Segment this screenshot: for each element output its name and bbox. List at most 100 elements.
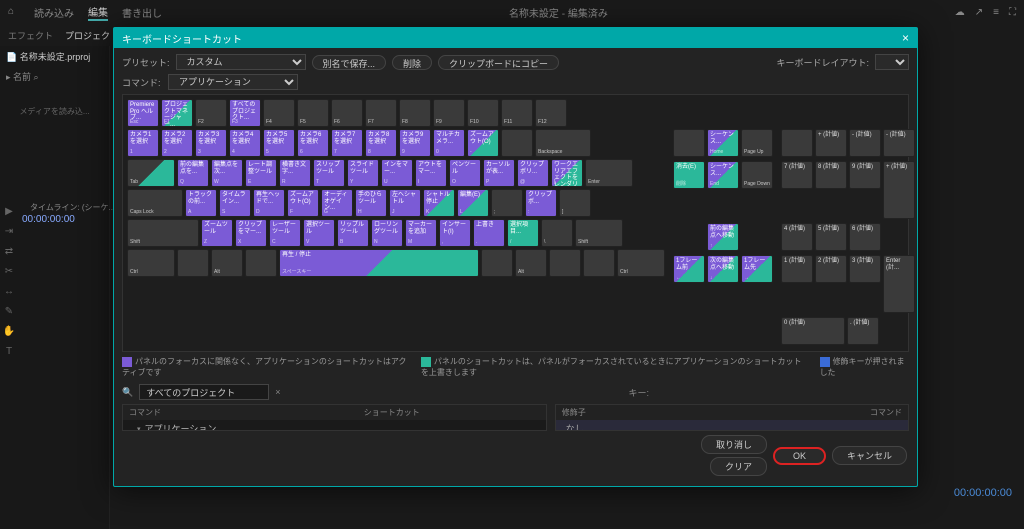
- ripple-tool-icon[interactable]: ⇄: [2, 244, 16, 258]
- key[interactable]: 編集点を次...W: [211, 159, 243, 187]
- key[interactable]: ズームアウト(O)-: [467, 129, 499, 157]
- key[interactable]: 4 (計値): [781, 223, 813, 251]
- kb-layout-select[interactable]: ja: [875, 54, 909, 70]
- project-file[interactable]: 📄 名称未設定.prproj: [0, 46, 109, 67]
- key[interactable]: 選択項目.../: [507, 219, 539, 247]
- key[interactable]: F10: [467, 99, 499, 127]
- cloud-icon[interactable]: ☁: [955, 7, 965, 18]
- key[interactable]: ズームツールZ: [201, 219, 233, 247]
- key[interactable]: カメラ6を選択6: [297, 129, 329, 157]
- key[interactable]: 再生ヘッドで...D: [253, 189, 285, 217]
- key[interactable]: 2 (計値): [815, 255, 847, 283]
- key[interactable]: 上書き.: [473, 219, 505, 247]
- key[interactable]: クリップボ...:: [525, 189, 557, 217]
- clear-search-icon[interactable]: ×: [275, 387, 280, 397]
- media-drop[interactable]: メディアを読み込...: [0, 86, 109, 137]
- key[interactable]: [781, 129, 813, 157]
- key[interactable]: 5 (計値): [815, 223, 847, 251]
- selection-tool-icon[interactable]: ▶: [2, 204, 16, 218]
- undo-button[interactable]: 取り消し: [701, 435, 767, 454]
- tab-effects[interactable]: エフェクト: [8, 29, 53, 42]
- search-input[interactable]: [139, 384, 269, 400]
- key[interactable]: F12: [535, 99, 567, 127]
- key[interactable]: [549, 249, 581, 277]
- key[interactable]: カメラ8を選択8: [365, 129, 397, 157]
- key[interactable]: 3 (計値): [849, 255, 881, 283]
- key[interactable]: 前の編集点へ移動↑: [707, 223, 739, 251]
- key[interactable]: マルチカメラ...0: [433, 129, 465, 157]
- key[interactable]: Alt: [211, 249, 243, 277]
- key[interactable]: カメラ2を選択2: [161, 129, 193, 157]
- key[interactable]: リップルツールB: [337, 219, 369, 247]
- slip-tool-icon[interactable]: ↔: [2, 284, 16, 298]
- key[interactable]: Shift: [575, 219, 623, 247]
- key[interactable]: カーソルが表...P: [483, 159, 515, 187]
- key[interactable]: マーカーを追加M: [405, 219, 437, 247]
- key[interactable]: 7 (計値): [781, 161, 813, 189]
- close-icon[interactable]: ×: [902, 31, 909, 45]
- delete-button[interactable]: 削除: [392, 55, 432, 70]
- key[interactable]: カメラ1を選択1: [127, 129, 159, 157]
- key[interactable]: カメラ5を選択5: [263, 129, 295, 157]
- home-icon[interactable]: ⌂: [8, 6, 20, 18]
- key[interactable]: カメラ9を選択9: [399, 129, 431, 157]
- key[interactable]: F11: [501, 99, 533, 127]
- key[interactable]: Alt: [515, 249, 547, 277]
- key[interactable]: Caps Lock: [127, 189, 183, 217]
- key[interactable]: + (計値): [815, 129, 847, 157]
- key[interactable]: Tab: [127, 159, 175, 187]
- key[interactable]: 1 (計値): [781, 255, 813, 283]
- key[interactable]: F7: [365, 99, 397, 127]
- key[interactable]: 編集(E)L: [457, 189, 489, 217]
- key[interactable]: . (計値): [847, 317, 879, 345]
- key[interactable]: Page Down: [741, 161, 773, 189]
- key[interactable]: Enter (計...: [883, 255, 915, 313]
- key[interactable]: \: [541, 219, 573, 247]
- key[interactable]: Shift: [127, 219, 199, 247]
- key[interactable]: ズームアウト(O)F: [287, 189, 319, 217]
- key[interactable]: 0 (計値): [781, 317, 845, 345]
- key[interactable]: Backspace: [535, 129, 591, 157]
- key[interactable]: F4: [263, 99, 295, 127]
- menu-edit[interactable]: 編集: [88, 4, 108, 21]
- key[interactable]: 次の編集点へ移動↓: [707, 255, 739, 283]
- key[interactable]: タイムライン...S: [219, 189, 251, 217]
- key[interactable]: 横書き文字...R: [279, 159, 311, 187]
- pen-tool-icon[interactable]: ✎: [2, 304, 16, 318]
- menu-import[interactable]: 読み込み: [34, 5, 74, 20]
- tab-project[interactable]: プロジェクト: [65, 29, 119, 42]
- type-tool-icon[interactable]: T: [2, 344, 16, 358]
- key[interactable]: シーケンス...End: [707, 161, 739, 189]
- key[interactable]: 前の編集点を...Q: [177, 159, 209, 187]
- key[interactable]: 手のひらツールH: [355, 189, 387, 217]
- key[interactable]: スライドツールY: [347, 159, 379, 187]
- share-icon[interactable]: ↗: [975, 7, 983, 18]
- key[interactable]: F5: [297, 99, 329, 127]
- key[interactable]: ]: [559, 189, 591, 217]
- key[interactable]: シーケンス...Home: [707, 129, 739, 157]
- key[interactable]: Enter: [585, 159, 633, 187]
- command-select[interactable]: アプリケーション: [168, 74, 298, 90]
- key[interactable]: 6 (計値): [849, 223, 881, 251]
- key[interactable]: - (計値): [849, 129, 881, 157]
- key[interactable]: すべてのプロジェクト...F3: [229, 99, 261, 127]
- modifier-item[interactable]: なし: [556, 420, 908, 431]
- key[interactable]: クリップボリ...@: [517, 159, 549, 187]
- key[interactable]: [481, 249, 513, 277]
- key[interactable]: Ctrl: [127, 249, 175, 277]
- key[interactable]: オーディオゲイン...G: [321, 189, 353, 217]
- key[interactable]: ;: [491, 189, 523, 217]
- key[interactable]: ワークエリアエフェクトをレンダリング[: [551, 159, 583, 187]
- key[interactable]: 再生 / 停止スペースキー: [279, 249, 479, 277]
- key[interactable]: F8: [399, 99, 431, 127]
- hand-tool-icon[interactable]: ✋: [2, 324, 16, 338]
- tree-item[interactable]: ▾アプリケーション: [123, 420, 546, 431]
- key[interactable]: クリップをマー...X: [235, 219, 267, 247]
- key[interactable]: レート調整ツールE: [245, 159, 277, 187]
- key[interactable]: Page Up: [741, 129, 773, 157]
- key[interactable]: [583, 249, 615, 277]
- key[interactable]: [245, 249, 277, 277]
- key[interactable]: [501, 129, 533, 157]
- key[interactable]: F6: [331, 99, 363, 127]
- cancel-button[interactable]: キャンセル: [832, 446, 907, 465]
